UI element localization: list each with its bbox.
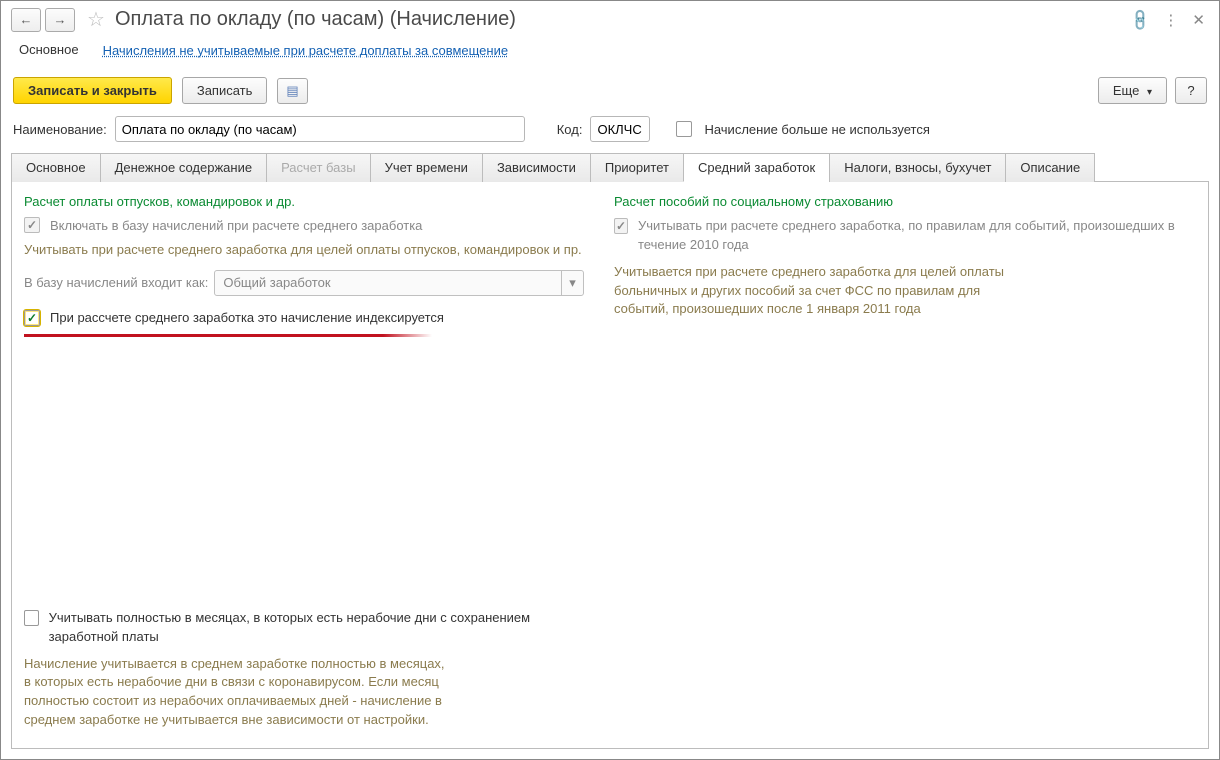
window-title: Оплата по окладу (по часам) (Начисление) (113, 8, 1123, 31)
highlight-underline (24, 334, 432, 337)
include-2010-checkbox (614, 218, 628, 234)
titlebar: ← → ☆ Оплата по окладу (по часам) (Начис… (1, 1, 1219, 34)
tab-money-content[interactable]: Денежное содержание (100, 153, 267, 182)
save-and-close-button[interactable]: Записать и закрыть (13, 77, 172, 104)
tab-priority[interactable]: Приоритет (590, 153, 684, 182)
right-desc: Учитывается при расчете среднего заработ… (614, 263, 1034, 320)
name-label: Наименование: (13, 122, 107, 137)
bottom-block: Учитывать полностью в месяцах, в которых… (24, 597, 1196, 740)
forward-button[interactable]: → (45, 8, 75, 32)
kebab-menu-icon[interactable]: ⋮ (1163, 11, 1178, 29)
left-column: Расчет оплаты отпусков, командировок и д… (24, 194, 584, 337)
full-months-label: Учитывать полностью в месяцах, в которых… (49, 609, 584, 647)
full-months-row: Учитывать полностью в месяцах, в которых… (24, 609, 584, 647)
include-base-label: Включать в базу начислений при расчете с… (50, 218, 422, 233)
subnav-link[interactable]: Начисления не учитываемые при расчете до… (103, 43, 509, 58)
tab-base-calc[interactable]: Расчет базы (266, 153, 371, 182)
include-2010-row: Учитывать при расчете среднего заработка… (614, 217, 1196, 255)
base-select-value: Общий заработок (223, 275, 330, 290)
full-months-desc: Начисление учитывается в среднем заработ… (24, 655, 454, 730)
base-select-label: В базу начислений входит как: (24, 275, 208, 290)
full-months-checkbox[interactable] (24, 610, 39, 626)
left-heading: Расчет оплаты отпусков, командировок и д… (24, 194, 584, 209)
include-base-checkbox (24, 217, 40, 233)
index-row: При рассчете среднего заработка это начи… (24, 310, 584, 332)
include-base-row: Включать в базу начислений при расчете с… (24, 217, 584, 233)
header-form: Наименование: Код: Начисление больше не … (1, 114, 1219, 152)
app-window: ← → ☆ Оплата по окладу (по часам) (Начис… (0, 0, 1220, 760)
include-2010-label: Учитывать при расчете среднего заработка… (638, 217, 1196, 255)
tabs: Основное Денежное содержание Расчет базы… (11, 152, 1209, 182)
tab-time-tracking[interactable]: Учет времени (370, 153, 483, 182)
chevron-down-icon: ▾ (561, 271, 583, 295)
code-label: Код: (557, 122, 583, 137)
base-select[interactable]: Общий заработок ▾ (214, 270, 584, 296)
tab-main[interactable]: Основное (11, 153, 101, 182)
save-button[interactable]: Записать (182, 77, 268, 104)
tab-body: Расчет оплаты отпусков, командировок и д… (11, 182, 1209, 749)
report-icon-button[interactable]: ▤ (277, 78, 307, 104)
chevron-down-icon: ▾ (1147, 87, 1152, 98)
not-used-label: Начисление больше не используется (704, 122, 929, 137)
tab-average-earnings[interactable]: Средний заработок (683, 153, 830, 182)
close-icon[interactable]: ✕ (1192, 11, 1205, 29)
index-checkbox[interactable] (24, 310, 40, 326)
sub-nav: Основное Начисления не учитываемые при р… (1, 34, 1219, 71)
link-icon[interactable]: 🔗 (1131, 11, 1150, 29)
favorite-star-icon[interactable]: ☆ (87, 7, 105, 32)
tab-taxes-accounting[interactable]: Налоги, взносы, бухучет (829, 153, 1006, 182)
report-icon: ▤ (286, 83, 298, 98)
more-button[interactable]: Еще ▾ (1098, 77, 1167, 104)
include-base-desc: Учитывать при расчете среднего заработка… (24, 241, 584, 260)
code-input[interactable] (590, 116, 650, 142)
right-heading: Расчет пособий по социальному страховани… (614, 194, 1196, 209)
help-button[interactable]: ? (1175, 77, 1207, 104)
tab-dependencies[interactable]: Зависимости (482, 153, 591, 182)
not-used-checkbox[interactable] (676, 121, 692, 137)
columns: Расчет оплаты отпусков, командировок и д… (24, 194, 1196, 337)
subnav-main[interactable]: Основное (13, 38, 85, 63)
back-button[interactable]: ← (11, 8, 41, 32)
tab-description[interactable]: Описание (1005, 153, 1095, 182)
more-button-label: Еще (1113, 83, 1139, 98)
base-select-row: В базу начислений входит как: Общий зара… (24, 270, 584, 296)
right-column: Расчет пособий по социальному страховани… (614, 194, 1196, 337)
name-input[interactable] (115, 116, 525, 142)
index-label: При рассчете среднего заработка это начи… (50, 310, 444, 325)
title-actions: 🔗 ⋮ ✕ (1131, 11, 1205, 29)
toolbar: Записать и закрыть Записать ▤ Еще ▾ ? (1, 71, 1219, 114)
nav-buttons: ← → (11, 8, 75, 32)
